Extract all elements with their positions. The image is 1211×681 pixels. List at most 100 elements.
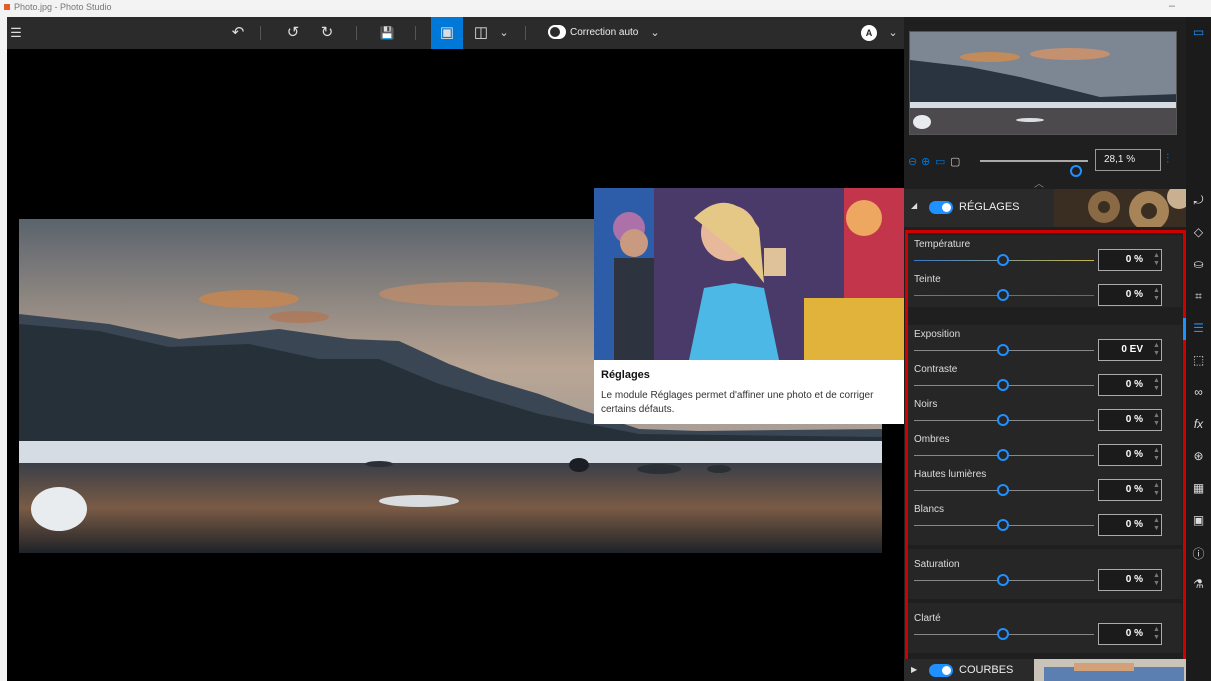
exposure-label: Exposition	[914, 329, 961, 340]
contrast-spinner-icon[interactable]: ▲ ▼	[1153, 377, 1161, 393]
toolbar-separator	[260, 26, 261, 40]
stamp-icon[interactable]: ⛀	[1186, 257, 1211, 271]
compare-view-button[interactable]: ◫	[470, 17, 492, 49]
whites-row: Blancs 0 % ▲ ▼	[908, 502, 1182, 537]
fit-screen-icon[interactable]: ▢	[950, 155, 960, 168]
correction-dropdown-icon[interactable]: ⌄	[647, 17, 663, 49]
zoom-value-field[interactable]: 28,1 %	[1095, 149, 1161, 171]
toolbar-separator	[525, 26, 526, 40]
highlights-knob[interactable]	[997, 484, 1009, 496]
contrast-knob[interactable]	[997, 379, 1009, 391]
top-toolbar: ☰ ↶ ↺ ↻ 💾 ▣ ◫ ⌄ Correction auto ⌄ A ⌄	[7, 17, 904, 49]
contrast-label: Contraste	[914, 364, 958, 375]
exposure-row: Exposition 0 EV ▲ ▼	[908, 327, 1182, 362]
save-icon[interactable]: 💾	[376, 17, 398, 49]
red-eye-icon[interactable]: ∞	[1186, 385, 1211, 399]
shadows-spinner-icon[interactable]: ▲ ▼	[1153, 447, 1161, 463]
zoom-slider-knob[interactable]	[1070, 165, 1082, 177]
lab-icon[interactable]: ⚗	[1186, 577, 1211, 591]
shadows-knob[interactable]	[997, 449, 1009, 461]
temperature-row: Température 0 % ▲ ▼	[908, 237, 1182, 272]
curves-enable-toggle[interactable]	[929, 664, 953, 677]
clarity-row: Clarté 0 % ▲ ▼	[908, 611, 1182, 646]
clarity-label: Clarté	[914, 613, 941, 624]
tooltip-title: Réglages	[601, 369, 650, 381]
account-dropdown-icon[interactable]: ⌄	[885, 17, 901, 49]
expand-arrow-icon[interactable]: ▶	[911, 665, 917, 674]
whites-knob[interactable]	[997, 519, 1009, 531]
adjustments-tooltip: Réglages Le module Réglages permet d'aff…	[594, 188, 904, 424]
saturation-knob[interactable]	[997, 574, 1009, 586]
tool-rail: ▭ ⤾ ◇ ⛀ ⌗ ☰ ⬚ ∞ fx ⊛ ▦ ▣ ⓘ ⚗	[1186, 17, 1211, 681]
auto-correction-toggle[interactable]	[548, 25, 566, 39]
menu-icon[interactable]: ☰	[7, 17, 25, 49]
histogram-icon[interactable]: ⫶	[1166, 151, 1169, 167]
curves-banner-image	[1034, 659, 1186, 681]
tooltip-description: Le module Réglages permet d'affiner une …	[601, 390, 874, 415]
tint-knob[interactable]	[997, 289, 1009, 301]
app-logo	[4, 4, 10, 10]
info-icon[interactable]: ⓘ	[1186, 545, 1211, 562]
temperature-label: Température	[914, 239, 971, 250]
exposure-spinner-icon[interactable]: ▲ ▼	[1153, 342, 1161, 358]
highlights-spinner-icon[interactable]: ▲ ▼	[1153, 482, 1161, 498]
temperature-spinner-icon[interactable]: ▲ ▼	[1153, 252, 1161, 268]
curves-section-header[interactable]: ▶ COURBES	[904, 659, 1186, 681]
adjustments-enable-toggle[interactable]	[929, 201, 953, 214]
window-title: Photo.jpg - Photo Studio	[14, 2, 112, 12]
single-view-button[interactable]: ▣	[431, 17, 463, 49]
clarity-knob[interactable]	[997, 628, 1009, 640]
frame-icon[interactable]: ▦	[1186, 481, 1211, 495]
zoom-slider[interactable]	[980, 160, 1088, 177]
saturation-spinner-icon[interactable]: ▲ ▼	[1153, 572, 1161, 588]
whites-label: Blancs	[914, 504, 945, 515]
account-avatar[interactable]: A	[861, 25, 877, 41]
color-icon[interactable]: ⊛	[1186, 449, 1211, 463]
zoom-controls: ⊖ ⊕ ▭ ▢ 28,1 % ⫶	[908, 149, 1180, 177]
eraser-icon[interactable]: ◇	[1186, 225, 1211, 239]
rotate-right-icon[interactable]: ↻	[316, 17, 338, 49]
blacks-knob[interactable]	[997, 414, 1009, 426]
saturation-group: Saturation 0 % ▲ ▼	[908, 549, 1182, 599]
title-bar: Photo.jpg - Photo Studio –	[0, 0, 1211, 17]
collapse-chevron-icon[interactable]: ︿	[1034, 175, 1044, 190]
blacks-spinner-icon[interactable]: ▲ ▼	[1153, 412, 1161, 428]
blacks-label: Noirs	[914, 399, 938, 410]
crop-icon[interactable]: ⌗	[1186, 289, 1211, 304]
zoom-in-icon[interactable]: ⊕	[921, 155, 930, 168]
navigator-thumbnail[interactable]	[909, 31, 1177, 135]
toolbar-separator	[356, 26, 357, 40]
clarity-group: Clarté 0 % ▲ ▼	[908, 603, 1182, 653]
undo-icon[interactable]: ↶	[227, 17, 249, 49]
tint-label: Teinte	[914, 274, 941, 285]
fx-icon[interactable]: fx	[1186, 417, 1211, 431]
clarity-spinner-icon[interactable]: ▲ ▼	[1153, 626, 1161, 642]
whites-spinner-icon[interactable]: ▲ ▼	[1153, 517, 1161, 533]
toolbar-separator	[415, 26, 416, 40]
view-dropdown-icon[interactable]: ⌄	[496, 17, 512, 49]
saturation-row: Saturation 0 % ▲ ▼	[908, 557, 1182, 592]
tint-row: Teinte 0 % ▲ ▼	[908, 272, 1182, 307]
collapse-arrow-icon[interactable]: ◢	[911, 201, 917, 210]
tooltip-image	[594, 188, 904, 360]
rotate-left-icon[interactable]: ↺	[282, 17, 304, 49]
highlights-label: Hautes lumières	[914, 469, 987, 480]
image-icon[interactable]: ▣	[1186, 513, 1211, 527]
auto-correction-label: Correction auto	[570, 27, 639, 38]
gears-banner-image	[1054, 189, 1186, 227]
highlights-row: Hautes lumières 0 % ▲ ▼	[908, 467, 1182, 502]
exposure-knob[interactable]	[997, 344, 1009, 356]
tint-spinner-icon[interactable]: ▲ ▼	[1153, 287, 1161, 303]
zoom-out-icon[interactable]: ⊖	[908, 155, 917, 168]
contrast-row: Contraste 0 % ▲ ▼	[908, 362, 1182, 397]
panel-icon[interactable]: ▭	[1186, 25, 1211, 39]
color-group: Température 0 % ▲ ▼ Teinte 0 % ▲ ▼	[908, 235, 1182, 307]
adjustments-icon[interactable]: ☰	[1186, 321, 1211, 335]
transform-icon[interactable]: ⤾	[1186, 193, 1211, 208]
adjustments-section-header[interactable]: ◢ RÉGLAGES	[904, 189, 1186, 227]
selection-icon[interactable]: ⬚	[1186, 353, 1211, 367]
actual-size-icon[interactable]: ▭	[935, 155, 945, 168]
right-panel: ⊖ ⊕ ▭ ▢ 28,1 % ⫶ ︿ ◢ RÉGLAGES Températur…	[904, 17, 1186, 681]
minimize-button[interactable]: –	[1169, 0, 1175, 12]
temperature-knob[interactable]	[997, 254, 1009, 266]
